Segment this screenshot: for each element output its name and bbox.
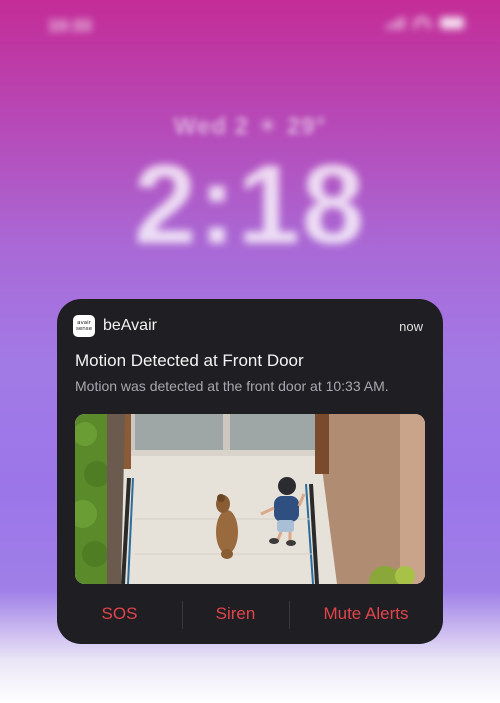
notification-actions: SOS Siren Mute Alerts (57, 597, 443, 631)
app-icon: avair sense (73, 315, 95, 337)
app-icon-text-line-2: sense (76, 326, 92, 332)
mute-alerts-button[interactable]: Mute Alerts (289, 597, 443, 631)
sos-button[interactable]: SOS (57, 597, 182, 631)
notification-title: Motion Detected at Front Door (75, 351, 304, 370)
app-name: beAvair (103, 317, 157, 334)
status-bar: 10:33 (0, 0, 500, 46)
notification-body: Motion was detected at the front door at… (75, 378, 389, 394)
notification-time: now (399, 318, 423, 334)
lock-screen-date: Wed 2 ☀ 29° (173, 113, 327, 140)
status-time: 10:33 (48, 16, 92, 35)
wifi-icon (414, 17, 430, 29)
signal-icon (386, 17, 404, 29)
lock-screen-clock: 2:18 (133, 142, 367, 267)
notification-card[interactable]: avair sense beAvair now Motion Detected … (57, 299, 443, 644)
camera-snapshot[interactable] (75, 414, 425, 584)
status-icons (386, 17, 464, 29)
notification-header: avair sense beAvair now (73, 315, 423, 337)
camera-snapshot-image (75, 414, 425, 584)
battery-icon (440, 17, 464, 29)
siren-button[interactable]: Siren (182, 597, 289, 631)
